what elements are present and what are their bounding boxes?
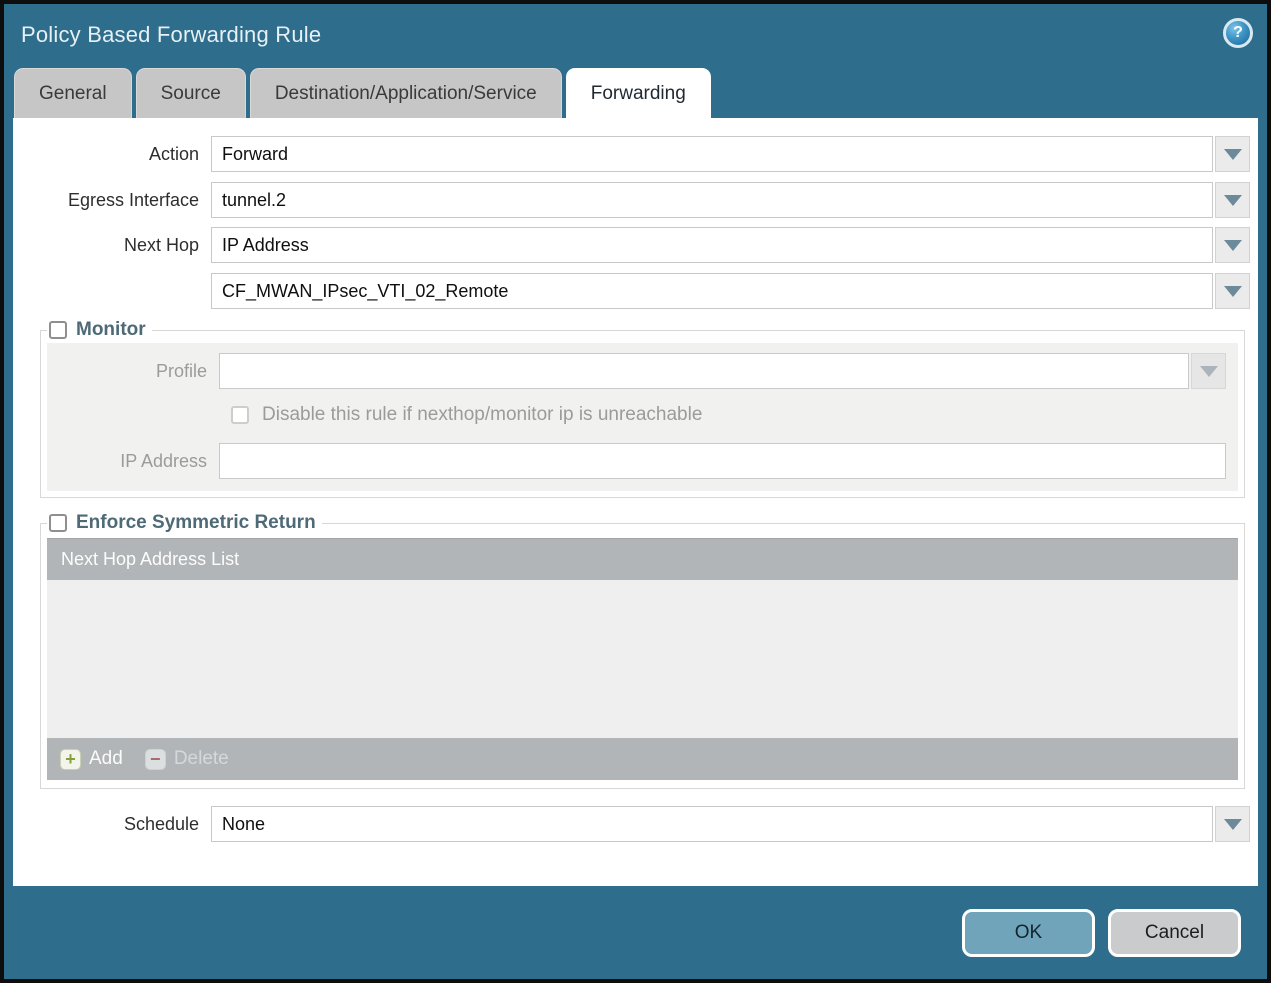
monitor-section: Monitor Profile Disable this rule if nex… [40, 319, 1245, 498]
action-dropdown-button[interactable] [1215, 136, 1250, 172]
profile-label: Profile [47, 361, 219, 382]
next-hop-address-input[interactable] [211, 273, 1213, 309]
help-icon[interactable]: ? [1223, 18, 1253, 48]
schedule-label: Schedule [13, 814, 211, 835]
minus-icon: − [145, 749, 166, 770]
add-button[interactable]: + Add [60, 748, 123, 770]
enforce-symmetric-return-section: Enforce Symmetric Return Next Hop Addres… [40, 512, 1245, 789]
tab-destination-application-service[interactable]: Destination/Application/Service [250, 68, 562, 118]
next-hop-address-list-table: Next Hop Address List + Add − Delete [47, 538, 1238, 780]
egress-interface-row: Egress Interface [13, 182, 1250, 218]
schedule-input[interactable] [211, 806, 1213, 842]
next-hop-label: Next Hop [13, 235, 211, 256]
action-input[interactable] [211, 136, 1213, 172]
profile-row: Profile [47, 353, 1226, 389]
monitor-legend: Monitor [76, 319, 146, 341]
action-row: Action [13, 136, 1250, 172]
cancel-button[interactable]: Cancel [1108, 909, 1241, 957]
add-button-label: Add [89, 748, 123, 770]
delete-button-label: Delete [174, 748, 229, 770]
chevron-down-icon [1224, 149, 1242, 160]
policy-based-forwarding-dialog: Policy Based Forwarding Rule ? General S… [0, 0, 1271, 983]
ok-button[interactable]: OK [962, 909, 1095, 957]
disable-rule-row: Disable this rule if nexthop/monitor ip … [231, 404, 1238, 426]
tab-general[interactable]: General [14, 68, 132, 118]
monitor-checkbox[interactable] [49, 321, 67, 339]
next-hop-address-list-header: Next Hop Address List [47, 538, 1238, 580]
dialog-footer: OK Cancel [4, 886, 1267, 979]
enforce-symmetric-return-checkbox[interactable] [49, 514, 67, 532]
egress-interface-dropdown-button[interactable] [1215, 182, 1250, 218]
profile-dropdown-button [1191, 353, 1226, 389]
dialog-title: Policy Based Forwarding Rule [21, 22, 321, 48]
egress-interface-label: Egress Interface [13, 190, 211, 211]
profile-input [219, 353, 1189, 389]
disable-rule-checkbox [231, 406, 249, 424]
next-hop-address-list-body[interactable] [47, 580, 1238, 738]
egress-interface-input[interactable] [211, 182, 1213, 218]
monitor-ip-address-label: IP Address [47, 451, 219, 472]
action-label: Action [13, 144, 211, 165]
next-hop-type-input[interactable] [211, 227, 1213, 263]
tab-bar: General Source Destination/Application/S… [14, 68, 711, 118]
next-hop-address-list-footer: + Add − Delete [47, 738, 1238, 780]
next-hop-row: Next Hop [13, 227, 1250, 263]
chevron-down-icon [1224, 286, 1242, 297]
next-hop-address-row [13, 273, 1250, 309]
schedule-dropdown-button[interactable] [1215, 806, 1250, 842]
schedule-row: Schedule [13, 806, 1250, 842]
forwarding-tab-panel: Action Egress Interface Next Hop [13, 118, 1258, 886]
disable-rule-label: Disable this rule if nexthop/monitor ip … [262, 404, 702, 426]
plus-icon: + [60, 749, 81, 770]
chevron-down-icon [1224, 240, 1242, 251]
enforce-symmetric-return-legend: Enforce Symmetric Return [76, 512, 316, 534]
monitor-panel: Profile Disable this rule if nexthop/mon… [47, 343, 1238, 491]
tab-source[interactable]: Source [136, 68, 246, 118]
next-hop-address-dropdown-button[interactable] [1215, 273, 1250, 309]
tab-forwarding[interactable]: Forwarding [566, 68, 711, 118]
chevron-down-icon [1224, 195, 1242, 206]
next-hop-type-dropdown-button[interactable] [1215, 227, 1250, 263]
chevron-down-icon [1224, 819, 1242, 830]
monitor-ip-address-input [219, 443, 1226, 479]
monitor-ip-address-row: IP Address [47, 443, 1226, 479]
chevron-down-icon [1200, 366, 1218, 377]
delete-button: − Delete [145, 748, 229, 770]
